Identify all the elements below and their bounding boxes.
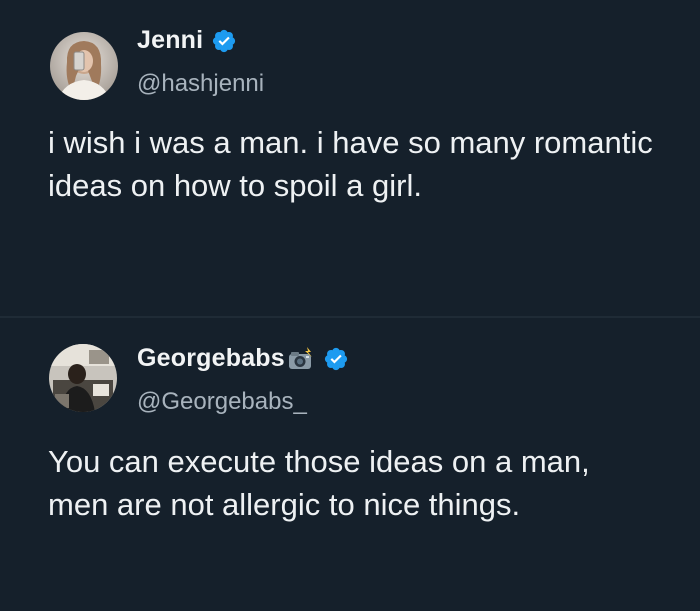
camera-with-flash-icon — [288, 346, 312, 369]
avatar-photo-icon — [50, 32, 118, 100]
avatar[interactable] — [49, 344, 117, 412]
verified-badge-icon — [213, 29, 236, 52]
author-display-name[interactable]: Jenni — [137, 26, 203, 55]
author-handle[interactable]: @hashjenni — [137, 70, 264, 98]
tweet-feed: Jenni @hashjenni i wish i was a man. i h… — [0, 0, 700, 611]
tweet-card[interactable]: Georgebabs @Georgebabs_ You can execute … — [0, 322, 700, 611]
verified-badge-icon — [324, 347, 347, 370]
author-name-row: Jenni — [137, 26, 237, 55]
author-display-name[interactable]: Georgebabs — [137, 344, 285, 373]
avatar[interactable] — [50, 32, 118, 100]
avatar-photo-icon — [49, 344, 117, 412]
author-handle[interactable]: @Georgebabs_ — [137, 388, 307, 416]
tweet-text: You can execute those ideas on a man, me… — [48, 444, 590, 522]
tweet-divider — [0, 316, 700, 318]
tweet-text: i wish i was a man. i have so many roman… — [48, 125, 653, 203]
tweet-card[interactable]: Jenni @hashjenni i wish i was a man. i h… — [0, 0, 700, 312]
author-name-row: Georgebabs — [137, 344, 349, 373]
